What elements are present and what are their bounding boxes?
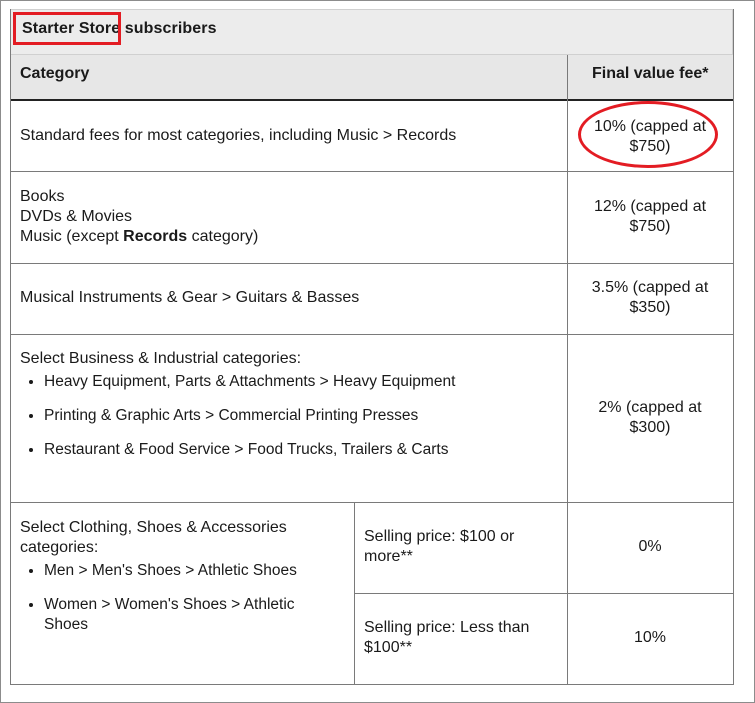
- fee-line: 2% (capped at: [598, 399, 702, 416]
- intro-line: Select Clothing, Shoes & Accessories: [20, 519, 287, 536]
- row-divider-1: [10, 171, 733, 172]
- header-category: Category: [20, 65, 90, 82]
- intro-line: categories:: [20, 539, 99, 556]
- list-item: Women > Women's Shoes > Athletic Shoes: [44, 595, 354, 635]
- fee-line: $750): [629, 218, 671, 235]
- highlight-oval: [578, 101, 718, 168]
- list-item: Heavy Equipment, Parts & Attachments > H…: [44, 372, 455, 392]
- price-line: $100**: [364, 639, 413, 656]
- row-business-intro: Select Business & Industrial categories:: [20, 350, 302, 367]
- music-bold: Records: [123, 228, 188, 245]
- table-header-row: Category Final value fee*: [10, 55, 733, 101]
- sub-price-100-or-more: Selling price: $100 or more**: [364, 527, 514, 567]
- fee-line: 12% (capped at: [593, 198, 707, 215]
- row-divider-3: [10, 334, 733, 335]
- music-suffix: category): [187, 228, 259, 245]
- fee-line: $350): [629, 299, 671, 316]
- sub-fee-0: 0%: [638, 538, 662, 555]
- sub-fee-1: 10%: [633, 629, 667, 646]
- row-divider-4: [10, 502, 733, 503]
- price-line: more**: [364, 548, 413, 565]
- clothing-category-list: Men > Men's Shoes > Athletic Shoes Women…: [20, 561, 354, 635]
- row-divider-2: [10, 263, 733, 264]
- table-bottom-border: [10, 684, 733, 685]
- row-books-category: Books DVDs & Movies Music (except Record…: [20, 187, 258, 247]
- sub-price-less-than-100: Selling price: Less than $100**: [364, 618, 529, 658]
- price-line: Selling price: Less than: [364, 619, 530, 636]
- list-item: Printing & Graphic Arts > Commercial Pri…: [44, 406, 455, 426]
- row-standard-category: Standard fees for most categories, inclu…: [20, 127, 457, 144]
- right-border: [733, 9, 734, 685]
- row-clothing-intro: Select Clothing, Shoes & Accessories cat…: [20, 518, 287, 558]
- category-line: DVDs & Movies: [20, 208, 133, 225]
- left-border: [10, 9, 11, 685]
- fee-line: $300): [629, 419, 671, 436]
- row-divider-sub: [354, 593, 733, 594]
- row-instruments-fee: 3.5% (capped at $350): [568, 278, 732, 318]
- highlight-rectangle: [13, 12, 121, 45]
- row-instruments-category: Musical Instruments & Gear > Guitars & B…: [20, 289, 360, 306]
- list-item-line: Shoes: [44, 616, 88, 633]
- music-prefix: Music (except: [20, 228, 124, 245]
- category-line: Music (except Records category): [20, 227, 258, 247]
- row-books-fee: 12% (capped at $750): [568, 197, 732, 237]
- title-rest: subscribers: [120, 20, 217, 37]
- row-business-fee: 2% (capped at $300): [568, 398, 732, 438]
- list-item-line: Women > Women's Shoes > Athletic: [44, 596, 295, 613]
- header-final-value-fee: Final value fee*: [592, 65, 709, 82]
- fee-line: 3.5% (capped at: [591, 279, 709, 296]
- business-category-list: Heavy Equipment, Parts & Attachments > H…: [20, 372, 455, 474]
- clothing-divider: [354, 503, 355, 685]
- list-item: Men > Men's Shoes > Athletic Shoes: [44, 561, 354, 581]
- price-line: Selling price: $100 or: [364, 528, 515, 545]
- list-item: Restaurant & Food Service > Food Trucks,…: [44, 440, 455, 460]
- category-line: Books: [20, 188, 65, 205]
